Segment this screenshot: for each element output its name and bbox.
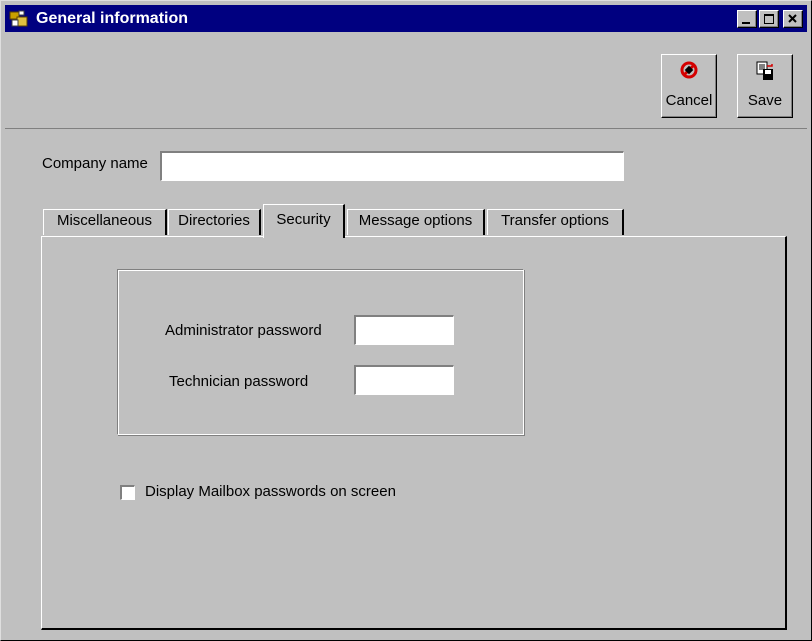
tab-label: Message options [358,212,473,229]
cancel-button[interactable]: Cancel [661,54,717,118]
maximize-button[interactable] [759,10,779,28]
tab-label: Directories [178,212,250,229]
tab-label: Security [276,211,331,228]
minimize-button[interactable] [737,10,757,28]
tab-security[interactable]: Security [263,204,345,238]
company-name-label: Company name [42,155,148,172]
close-icon [788,14,797,23]
maximize-icon [764,14,774,24]
tab-directories[interactable]: Directories [168,209,261,235]
close-button[interactable] [783,10,803,28]
admin-password-label: Administrator password [165,322,322,339]
minimize-icon [742,22,750,24]
admin-password-field[interactable] [354,315,454,345]
tab-transfer-options[interactable]: Transfer options [487,209,624,235]
tech-password-field[interactable] [354,365,454,395]
general-information-window: General information Cancel Save Company … [0,0,812,641]
save-icon [756,61,773,80]
display-passwords-checkbox[interactable] [120,485,135,500]
save-button[interactable]: Save [737,54,793,118]
tab-label: Miscellaneous [56,212,153,229]
tab-label: Transfer options [501,212,609,229]
tech-password-label: Technician password [169,373,309,390]
cancel-icon [680,61,698,79]
title-bar[interactable]: General information [5,5,807,32]
security-tab-panel: Administrator password Technician passwo… [41,236,787,630]
password-groupbox [117,269,524,435]
tab-message-options[interactable]: Message options [347,209,485,235]
tab-miscellaneous[interactable]: Miscellaneous [43,209,167,235]
window-title: General information [36,10,189,27]
cancel-label: Cancel [665,92,713,109]
app-icon[interactable] [9,9,29,28]
display-passwords-label[interactable]: Display Mailbox passwords on screen [145,483,396,501]
save-label: Save [747,92,783,109]
toolbar: Cancel Save [5,34,807,129]
company-name-field[interactable] [160,151,624,181]
